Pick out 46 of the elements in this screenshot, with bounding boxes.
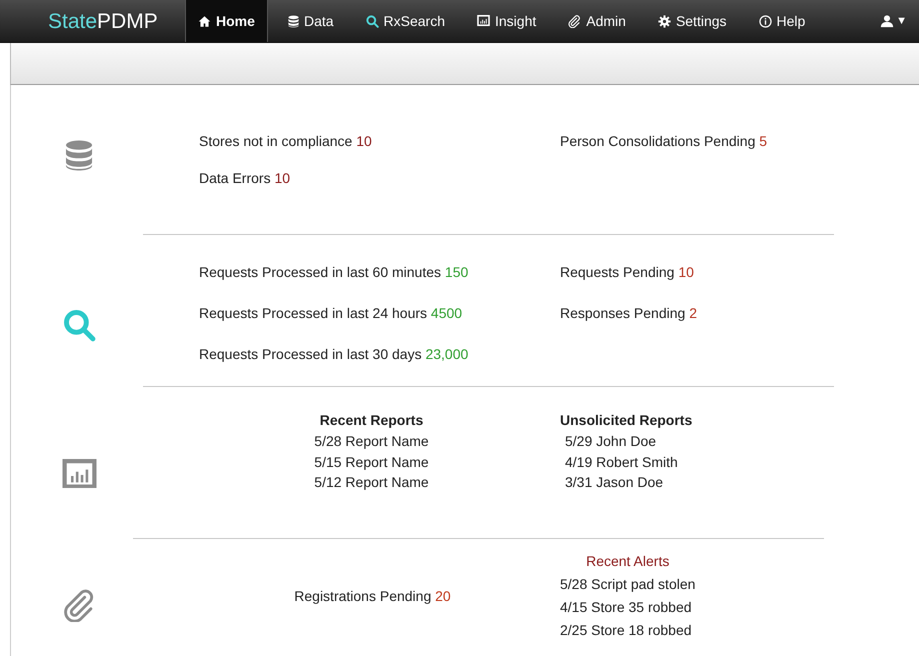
database-icon [65,139,94,172]
paperclip-icon [568,14,582,28]
stat-label: Person Consolidations Pending [560,133,756,149]
brand-logo-prefix: State [48,10,98,32]
nav-tab[interactable]: Settings [646,0,739,42]
nav-tab[interactable]: Help [746,0,818,42]
stat-value: 5 [759,133,768,149]
info-icon [758,14,772,28]
stat-value: 150 [444,264,468,280]
search-icon [63,308,96,342]
gear-icon [658,14,671,28]
paperclip-icon [63,588,96,622]
alert-entry: 2/25 Store 18 robbed [560,621,693,640]
stat-label: Responses Pending [560,305,686,321]
home-icon [198,14,211,28]
search-icon [366,14,379,28]
nav-tab[interactable]: Data [276,0,346,42]
nav-tab[interactable]: Insight [465,0,548,42]
stat-value: 10 [274,170,290,186]
list-heading: Recent Reports [320,411,424,430]
nav-tab[interactable]: RxSearch [354,0,457,42]
user-menu[interactable]: ▼ [880,12,907,30]
chart-icon [62,458,97,488]
alert-entry: 4/15 Store 35 robbed [560,598,693,617]
database-icon [288,14,299,28]
nav-tab[interactable]: Home [185,0,268,42]
stat-label: Requests Processed in last 60 minutes [199,264,442,280]
stat-label: Registrations Pending [294,588,432,604]
stat-label: Requests Pending [560,264,674,280]
alerts-heading: Recent Alerts [585,552,670,571]
stat-value: 20 [435,588,451,604]
stat-value: 10 [678,264,694,280]
stat-label: Data Errors [199,170,271,186]
stat-value: 10 [356,133,372,149]
stat-value: 2 [689,305,697,321]
list-heading: Unsolicited Reports [560,411,692,430]
user-icon [880,14,894,28]
alert-entry: 5/28 Script pad stolen [560,575,696,594]
chart-icon [477,15,490,27]
stat-label: Stores not in compliance [199,133,352,149]
nav-tab[interactable]: Admin [556,0,638,42]
stat-label: Requests Processed in last 24 hours [199,305,428,321]
stat-value: 23,000 [425,346,468,362]
brand-logo-name: PDMP [97,10,158,32]
stat-label: Requests Processed in last 30 days [199,346,422,362]
stat-value: 4500 [430,305,462,321]
